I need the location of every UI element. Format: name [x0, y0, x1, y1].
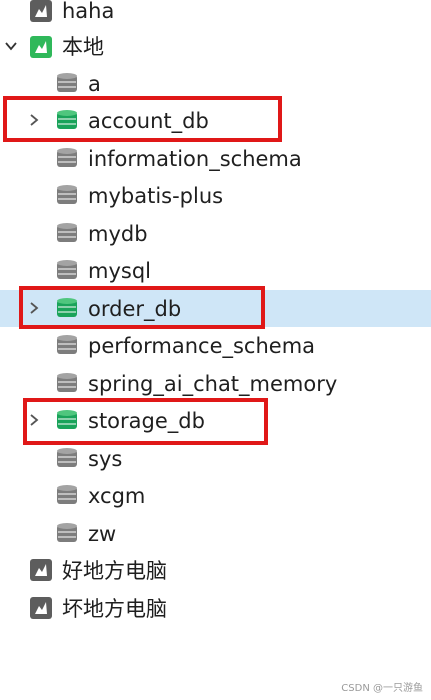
tree-row-connection-good-pc[interactable]: 好地方电脑 [0, 552, 431, 589]
tree-row-database-sys[interactable]: sys [0, 440, 431, 477]
navigator-tree: haha 本地 a account_db information_schema [0, 0, 431, 700]
tree-label: haha [62, 0, 115, 23]
tree-label: storage_db [88, 409, 205, 433]
tree-row-database-a[interactable]: a [0, 65, 431, 102]
database-icon [56, 72, 78, 94]
tree-row-database-zw[interactable]: zw [0, 515, 431, 552]
tree-label: 本地 [62, 35, 104, 59]
tree-row-database-order_db[interactable]: order_db [0, 290, 431, 327]
tree-label: account_db [88, 109, 209, 133]
tree-row-database-xcgm[interactable]: xcgm [0, 477, 431, 514]
tree-row-connection-bad-pc[interactable]: 坏地方电脑 [0, 590, 431, 627]
database-icon [56, 484, 78, 506]
tree-label: 好地方电脑 [62, 559, 167, 583]
tree-label: order_db [88, 297, 182, 321]
tree-label: mydb [88, 222, 148, 246]
tree-row-database-mydb[interactable]: mydb [0, 215, 431, 252]
database-icon [56, 222, 78, 244]
tree-row-database-information_schema[interactable]: information_schema [0, 140, 431, 177]
database-icon [56, 447, 78, 469]
tree-label: xcgm [88, 484, 146, 508]
connection-icon [30, 597, 52, 619]
database-icon [56, 334, 78, 356]
tree-row-database-mybatis-plus[interactable]: mybatis-plus [0, 177, 431, 214]
database-icon [56, 372, 78, 394]
database-icon [56, 184, 78, 206]
connection-icon [30, 559, 52, 581]
connection-active-icon [30, 36, 52, 58]
chevron-right-icon[interactable] [28, 302, 40, 314]
tree-label: sys [88, 447, 123, 471]
tree-row-database-spring_ai_chat_memory[interactable]: spring_ai_chat_memory [0, 365, 431, 402]
tree-label: zw [88, 522, 117, 546]
tree-label: performance_schema [88, 334, 316, 358]
database-icon [56, 259, 78, 281]
tree-label: a [88, 72, 101, 96]
database-icon [56, 522, 78, 544]
tree-row-connection-local[interactable]: 本地 [0, 28, 431, 65]
tree-row-database-account_db[interactable]: account_db [0, 102, 431, 139]
database-active-icon [56, 109, 78, 131]
tree-row-connection-haha[interactable]: haha [0, 0, 431, 31]
tree-row-database-performance_schema[interactable]: performance_schema [0, 327, 431, 364]
database-icon [56, 147, 78, 169]
tree-label: mysql [88, 259, 151, 283]
chevron-right-icon[interactable] [28, 414, 40, 426]
tree-label: spring_ai_chat_memory [88, 372, 338, 396]
chevron-right-icon[interactable] [28, 114, 40, 126]
tree-label: information_schema [88, 147, 302, 171]
database-active-icon [56, 409, 78, 431]
tree-label: mybatis-plus [88, 184, 224, 208]
chevron-down-icon[interactable] [5, 40, 17, 52]
connection-icon [30, 0, 52, 22]
tree-row-database-mysql[interactable]: mysql [0, 252, 431, 289]
tree-label: 坏地方电脑 [62, 597, 167, 621]
tree-row-database-storage_db[interactable]: storage_db [0, 402, 431, 439]
database-active-icon [56, 297, 78, 319]
watermark: CSDN @一只游鱼 [341, 683, 423, 694]
